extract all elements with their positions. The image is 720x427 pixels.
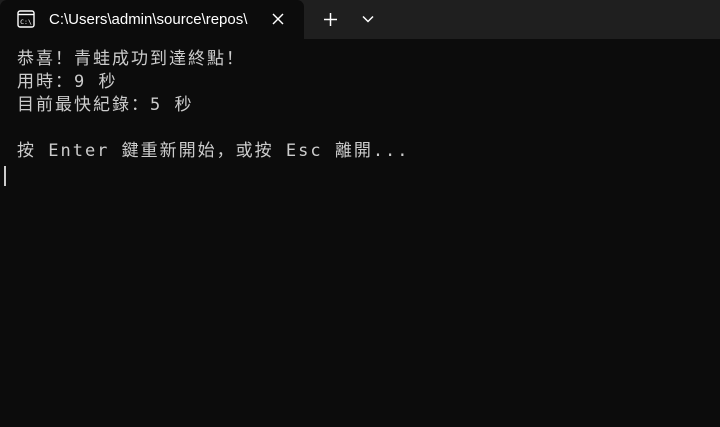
close-icon[interactable] bbox=[270, 11, 286, 27]
terminal-tab[interactable]: C:\ C:\Users\admin\source\repos\ bbox=[0, 0, 304, 39]
tab-title: C:\Users\admin\source\repos\ bbox=[49, 11, 248, 28]
plus-icon[interactable] bbox=[322, 11, 339, 28]
text-cursor bbox=[4, 166, 6, 186]
terminal-icon: C:\ bbox=[17, 10, 35, 28]
svg-text:C:\: C:\ bbox=[20, 18, 32, 26]
console-line: 用時：9 秒 bbox=[17, 72, 118, 92]
chevron-down-icon[interactable] bbox=[361, 12, 375, 26]
terminal-window: C:\ C:\Users\admin\source\repos\ 恭喜！青蛙成功… bbox=[0, 0, 720, 427]
terminal-output[interactable]: 恭喜！青蛙成功到達終點！ 用時：9 秒 目前最快紀錄：5 秒 按 Enter 鍵… bbox=[0, 39, 720, 427]
console-line: 按 Enter 鍵重新開始，或按 Esc 離開... bbox=[17, 141, 410, 161]
console-line: 目前最快紀錄：5 秒 bbox=[17, 95, 194, 115]
title-bar: C:\ C:\Users\admin\source\repos\ bbox=[0, 0, 720, 39]
console-line: 恭喜！青蛙成功到達終點！ bbox=[17, 49, 245, 69]
